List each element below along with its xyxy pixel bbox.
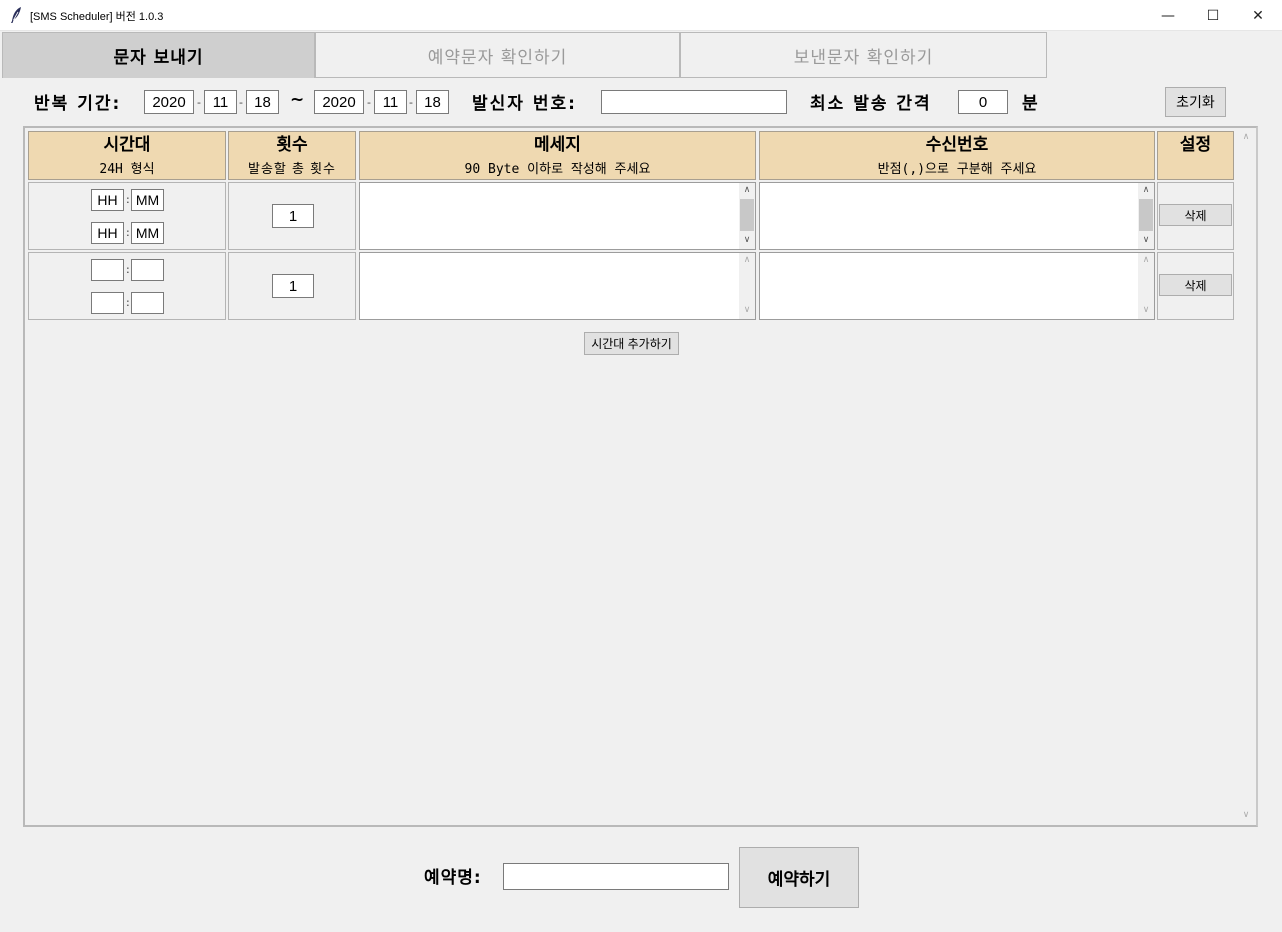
maximize-button[interactable]: ☐ — [1190, 0, 1236, 31]
header-recipients-sub: 반점(,)으로 구분해 주세요 — [877, 162, 1037, 177]
chevron-up-icon[interactable]: ∧ — [1138, 183, 1154, 197]
interval-label: 최소 발송 간격 — [810, 94, 932, 114]
title-bar: [SMS Scheduler] 버전 1.0.3 — ☐ ✕ — [0, 0, 1282, 31]
chevron-down-icon[interactable]: ∨ — [1138, 303, 1154, 317]
start-year-input[interactable]: 2020 — [144, 90, 194, 114]
recipients-scrollbar[interactable]: ∧ ∨ — [1138, 253, 1154, 319]
end-year-input[interactable]: 2020 — [314, 90, 364, 114]
minimize-icon: — — [1161, 7, 1175, 24]
sender-number-input[interactable] — [601, 90, 787, 114]
end-hour-input[interactable] — [91, 292, 124, 314]
header-count-sub: 발송할 총 횟수 — [247, 162, 337, 177]
recipients-scrollbar[interactable]: ∧ ∨ — [1138, 183, 1154, 249]
header-time-title: 시간대 — [103, 135, 151, 155]
count-input[interactable]: 1 — [272, 204, 314, 228]
close-icon: ✕ — [1252, 7, 1264, 24]
date-separator: - — [367, 96, 371, 109]
scrollbar-thumb[interactable] — [1139, 199, 1153, 231]
time-separator: : — [126, 193, 130, 206]
start-hour-input[interactable]: HH — [91, 189, 124, 211]
header-count: 횟수 발송할 총 횟수 — [228, 131, 356, 180]
chevron-up-icon[interactable]: ∧ — [739, 253, 755, 267]
chevron-down-icon[interactable]: ∨ — [739, 233, 755, 247]
date-separator: - — [409, 96, 413, 109]
end-day-input[interactable]: 18 — [416, 90, 449, 114]
chevron-down-icon[interactable]: ∨ — [1138, 233, 1154, 247]
header-time-sub: 24H 형식 — [99, 162, 155, 177]
header-recipients: 수신번호 반점(,)으로 구분해 주세요 — [759, 131, 1155, 180]
time-separator: : — [126, 263, 130, 276]
interval-unit: 분 — [1022, 94, 1040, 114]
scrollbar-thumb[interactable] — [740, 199, 754, 231]
start-minute-input[interactable] — [131, 259, 164, 281]
date-separator: - — [197, 96, 201, 109]
chevron-down-icon[interactable]: ∨ — [739, 303, 755, 317]
tab-send-message[interactable]: 문자 보내기 — [2, 32, 315, 78]
maximize-icon: ☐ — [1206, 7, 1220, 24]
tab-sent-messages[interactable]: 보낸문자 확인하기 — [680, 32, 1047, 78]
sender-label: 발신자 번호: — [472, 94, 577, 114]
period-label: 반복 기간: — [34, 94, 122, 114]
start-month-input[interactable]: 11 — [204, 90, 237, 114]
window-title: [SMS Scheduler] 버전 1.0.3 — [30, 11, 164, 23]
header-time: 시간대 24H 형식 — [28, 131, 226, 180]
close-button[interactable]: ✕ — [1235, 0, 1281, 31]
reserve-button[interactable]: 예약하기 — [739, 847, 859, 908]
start-hour-input[interactable] — [91, 259, 124, 281]
time-separator: : — [126, 296, 130, 309]
reservation-name-input[interactable] — [503, 863, 729, 890]
count-input[interactable]: 1 — [272, 274, 314, 298]
reservation-name-label: 예약명: — [424, 868, 482, 888]
end-month-input[interactable]: 11 — [374, 90, 407, 114]
chevron-down-icon[interactable]: ∨ — [1238, 808, 1254, 822]
delete-row-button[interactable]: 삭제 — [1159, 274, 1232, 296]
message-textarea[interactable] — [359, 252, 756, 320]
add-time-slot-button[interactable]: 시간대 추가하기 — [584, 332, 679, 355]
header-recipients-title: 수신번호 — [925, 135, 989, 155]
header-settings: 설정 — [1157, 131, 1234, 180]
interval-input[interactable]: 0 — [958, 90, 1008, 114]
start-minute-input[interactable]: MM — [131, 189, 164, 211]
message-scrollbar[interactable]: ∧ ∨ — [739, 183, 755, 249]
recipients-textarea[interactable] — [759, 182, 1155, 250]
header-settings-title: 설정 — [1179, 135, 1212, 155]
message-scrollbar[interactable]: ∧ ∨ — [739, 253, 755, 319]
message-textarea[interactable] — [359, 182, 756, 250]
delete-row-button[interactable]: 삭제 — [1159, 204, 1232, 226]
chevron-up-icon[interactable]: ∧ — [1138, 253, 1154, 267]
header-message-sub: 90 Byte 이하로 작성해 주세요 — [464, 162, 651, 177]
feather-icon — [9, 6, 23, 24]
start-day-input[interactable]: 18 — [246, 90, 279, 114]
header-message-title: 메세지 — [534, 135, 581, 155]
header-count-title: 횟수 — [276, 135, 308, 155]
time-separator: : — [126, 226, 130, 239]
date-separator: - — [239, 96, 243, 109]
chevron-up-icon[interactable]: ∧ — [1238, 130, 1254, 144]
end-minute-input[interactable] — [131, 292, 164, 314]
minimize-button[interactable]: — — [1145, 0, 1191, 31]
chevron-up-icon[interactable]: ∧ — [739, 183, 755, 197]
period-tilde: ~ — [290, 90, 307, 110]
tab-reserved-messages[interactable]: 예약문자 확인하기 — [315, 32, 680, 78]
table-scrollbar[interactable]: ∧ ∨ — [1238, 130, 1254, 822]
end-minute-input[interactable]: MM — [131, 222, 164, 244]
recipients-textarea[interactable] — [759, 252, 1155, 320]
header-message: 메세지 90 Byte 이하로 작성해 주세요 — [359, 131, 756, 180]
reset-button[interactable]: 초기화 — [1165, 87, 1226, 117]
end-hour-input[interactable]: HH — [91, 222, 124, 244]
